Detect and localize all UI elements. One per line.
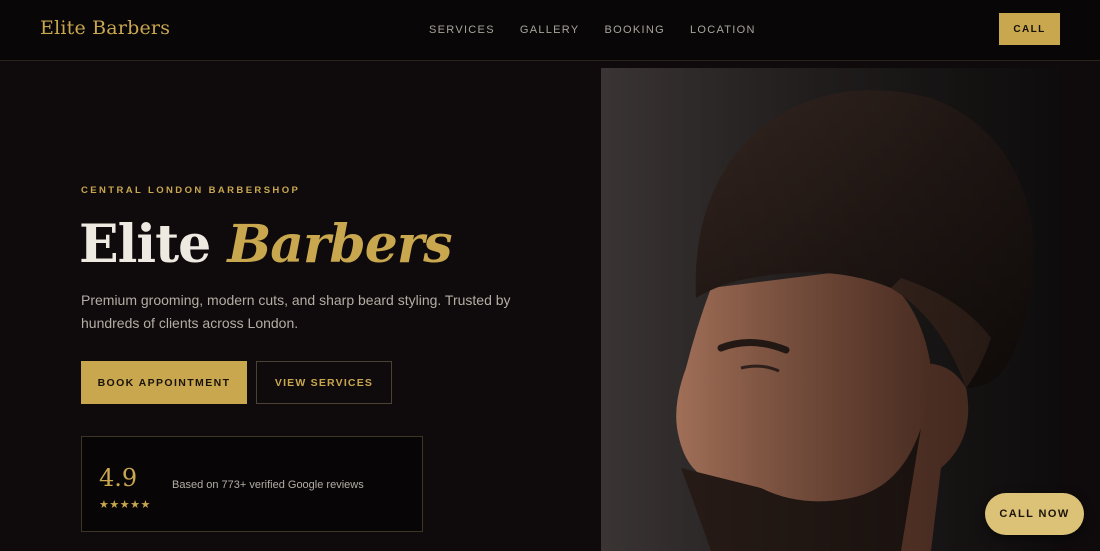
call-now-floating-button[interactable]: CALL NOW (985, 493, 1084, 535)
book-appointment-button[interactable]: BOOK APPOINTMENT (81, 361, 247, 404)
barber-model-image (601, 68, 1060, 551)
nav-item-services[interactable]: SERVICES (429, 24, 495, 36)
site-header: Elite Barbers SERVICES GALLERY BOOKING L… (0, 0, 1100, 61)
hero-photo (601, 68, 1060, 551)
rating-card: 4.9 ★★★★★ Based on 773+ verified Google … (81, 436, 423, 532)
rating-text: Based on 773+ verified Google reviews (172, 479, 364, 491)
hero-title-main: Elite (79, 214, 211, 275)
nav-item-booking[interactable]: BOOKING (605, 24, 665, 36)
hero-eyebrow: CENTRAL LONDON BARBERSHOP (81, 185, 301, 196)
rating-score: 4.9 (99, 464, 138, 492)
call-button[interactable]: CALL (999, 13, 1060, 45)
nav-item-gallery[interactable]: GALLERY (520, 24, 580, 36)
view-services-button[interactable]: VIEW SERVICES (256, 361, 392, 404)
main-nav: SERVICES GALLERY BOOKING LOCATION (429, 24, 781, 36)
hero-description: Premium grooming, modern cuts, and sharp… (81, 292, 511, 331)
star-rating-icon: ★★★★★ (99, 499, 151, 511)
nav-item-location[interactable]: LOCATION (690, 24, 756, 36)
brand-logo[interactable]: Elite Barbers (40, 17, 170, 39)
hero-title-accent: Barbers (227, 214, 452, 275)
hero-title: Elite Barbers (79, 212, 453, 278)
